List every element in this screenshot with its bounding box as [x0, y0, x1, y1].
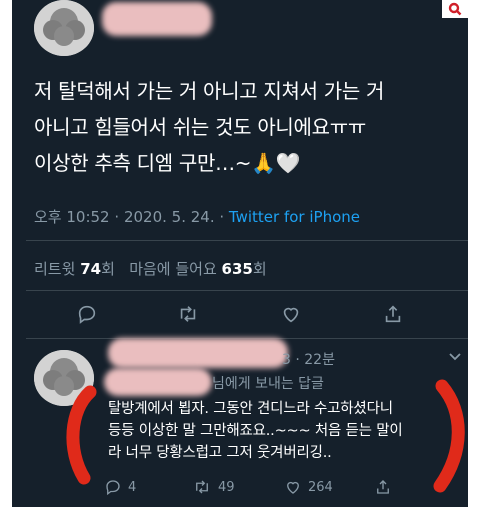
reply-reply-button[interactable]: 4 — [104, 478, 136, 496]
reply-icon — [106, 480, 120, 496]
reply-reply-count: 4 — [128, 479, 137, 495]
retweet-button[interactable] — [176, 303, 200, 325]
reply-recipient-redacted — [104, 368, 212, 396]
search-button[interactable] — [442, 0, 468, 18]
reply-like-count: 264 — [308, 479, 333, 495]
share-button[interactable] — [382, 303, 404, 325]
share-icon — [385, 305, 401, 323]
tweet-meta: 오후 10:52 · 2020. 5. 24. · Twitter for iP… — [34, 208, 360, 226]
heart-icon — [283, 307, 299, 323]
chevron-down-icon[interactable] — [448, 352, 462, 362]
tweet-actions — [12, 303, 468, 327]
author-avatar[interactable] — [34, 0, 94, 56]
like-button[interactable] — [280, 303, 302, 325]
tweet-screenshot: 저 탈덕해서 가는 거 아니고 지쳐서 가는 거 아니고 힘들어서 쉬는 것도 … — [12, 0, 468, 507]
tweet-text: 저 탈덕해서 가는 거 아니고 지쳐서 가는 거 아니고 힘들어서 쉬는 것도 … — [34, 79, 385, 175]
tweet-source-link[interactable]: Twitter for iPhone — [229, 208, 360, 226]
tweet-time: 오후 10:52 — [34, 208, 110, 226]
reply-author-name-redacted — [108, 338, 288, 368]
retweet-icon — [180, 306, 196, 322]
reply-time: 3 · 22분 — [282, 352, 335, 368]
share-icon — [377, 480, 389, 494]
tweet-date: 2020. 5. 24. — [123, 208, 215, 226]
divider — [26, 240, 468, 241]
reply-icon — [78, 305, 96, 324]
reply-button[interactable] — [76, 303, 98, 325]
likes-stat[interactable]: 마음에 들어요 635회 — [129, 260, 266, 278]
replying-to: 님에게 보내는 답글 — [212, 376, 324, 392]
retweets-stat[interactable]: 리트윗 74회 — [34, 260, 115, 278]
reply-like-button[interactable]: 264 — [284, 478, 333, 496]
author-name-redacted — [102, 2, 212, 36]
heart-icon — [287, 481, 299, 494]
reply-share-button[interactable] — [374, 478, 392, 496]
reply-retweet-button[interactable]: 49 — [192, 478, 235, 496]
reply-actions: 4 49 264 — [12, 478, 468, 502]
reply-text: 탈방계에서 뵙자. 그동안 견디느라 수고하셨다니 등등 이상한 말 그만해죠요… — [108, 401, 403, 461]
reply-author-avatar[interactable] — [34, 350, 94, 406]
tweet-stats: 리트윗 74회 마음에 들어요 635회 — [34, 258, 267, 279]
search-icon — [448, 2, 462, 16]
reply-retweet-count: 49 — [218, 479, 235, 495]
retweet-icon — [196, 480, 208, 494]
divider — [26, 290, 468, 291]
